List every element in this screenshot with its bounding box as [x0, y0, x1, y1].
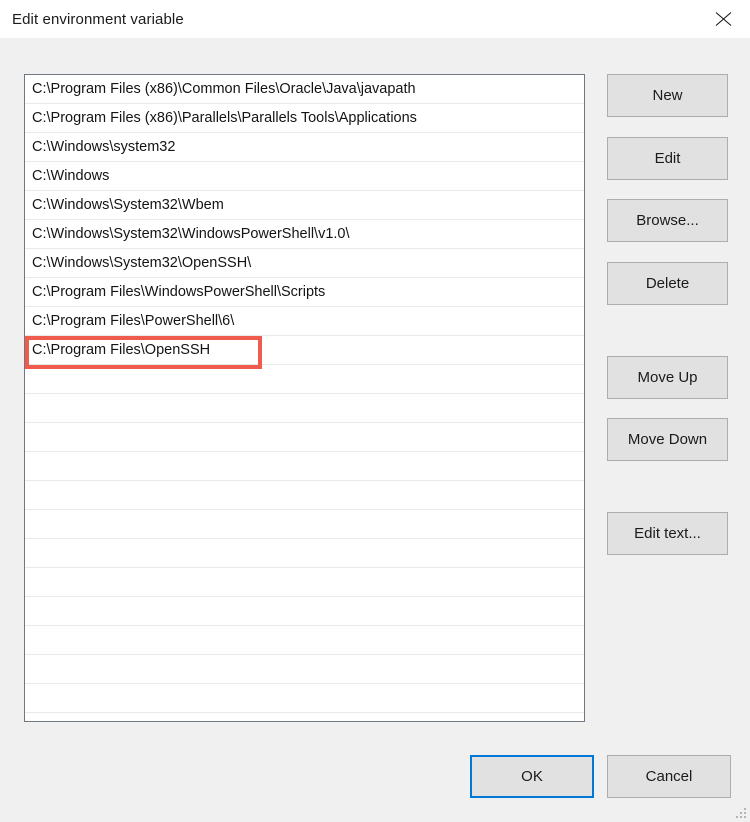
- path-list-empty-row[interactable]: [25, 510, 584, 539]
- close-button[interactable]: [698, 0, 750, 38]
- path-list-item[interactable]: C:\Program Files (x86)\Common Files\Orac…: [25, 75, 584, 104]
- path-list-empty-row[interactable]: [25, 539, 584, 568]
- path-list-item[interactable]: C:\Windows\System32\OpenSSH\: [25, 249, 584, 278]
- path-list-empty-row[interactable]: [25, 452, 584, 481]
- move-down-button[interactable]: Move Down: [607, 418, 728, 461]
- cancel-button[interactable]: Cancel: [607, 755, 731, 798]
- path-list-empty-row[interactable]: [25, 684, 584, 713]
- ok-button[interactable]: OK: [470, 755, 594, 798]
- edit-text-button[interactable]: Edit text...: [607, 512, 728, 555]
- move-up-button[interactable]: Move Up: [607, 356, 728, 399]
- path-list-item[interactable]: C:\Program Files\OpenSSH: [25, 336, 584, 365]
- path-list-item[interactable]: C:\Program Files\WindowsPowerShell\Scrip…: [25, 278, 584, 307]
- resize-grip[interactable]: [735, 807, 747, 819]
- path-list-empty-row[interactable]: [25, 626, 584, 655]
- title-bar: Edit environment variable: [0, 0, 750, 38]
- path-list-item[interactable]: C:\Program Files\PowerShell\6\: [25, 307, 584, 336]
- path-list-item[interactable]: C:\Windows\system32: [25, 133, 584, 162]
- path-list-empty-row[interactable]: [25, 365, 584, 394]
- path-list-item[interactable]: C:\Windows: [25, 162, 584, 191]
- path-entries-list[interactable]: C:\Program Files (x86)\Common Files\Orac…: [24, 74, 585, 722]
- path-list-empty-row[interactable]: [25, 597, 584, 626]
- path-list-item[interactable]: C:\Windows\System32\Wbem: [25, 191, 584, 220]
- path-list-empty-row[interactable]: [25, 568, 584, 597]
- path-list-empty-row[interactable]: [25, 655, 584, 684]
- path-list-empty-row[interactable]: [25, 394, 584, 423]
- new-button[interactable]: New: [607, 74, 728, 117]
- path-list-empty-row[interactable]: [25, 423, 584, 452]
- path-list-item[interactable]: C:\Program Files (x86)\Parallels\Paralle…: [25, 104, 584, 133]
- edit-button[interactable]: Edit: [607, 137, 728, 180]
- browse-button[interactable]: Browse...: [607, 199, 728, 242]
- path-list-item[interactable]: C:\Windows\System32\WindowsPowerShell\v1…: [25, 220, 584, 249]
- delete-button[interactable]: Delete: [607, 262, 728, 305]
- path-list-empty-row[interactable]: [25, 481, 584, 510]
- window-title: Edit environment variable: [12, 11, 184, 28]
